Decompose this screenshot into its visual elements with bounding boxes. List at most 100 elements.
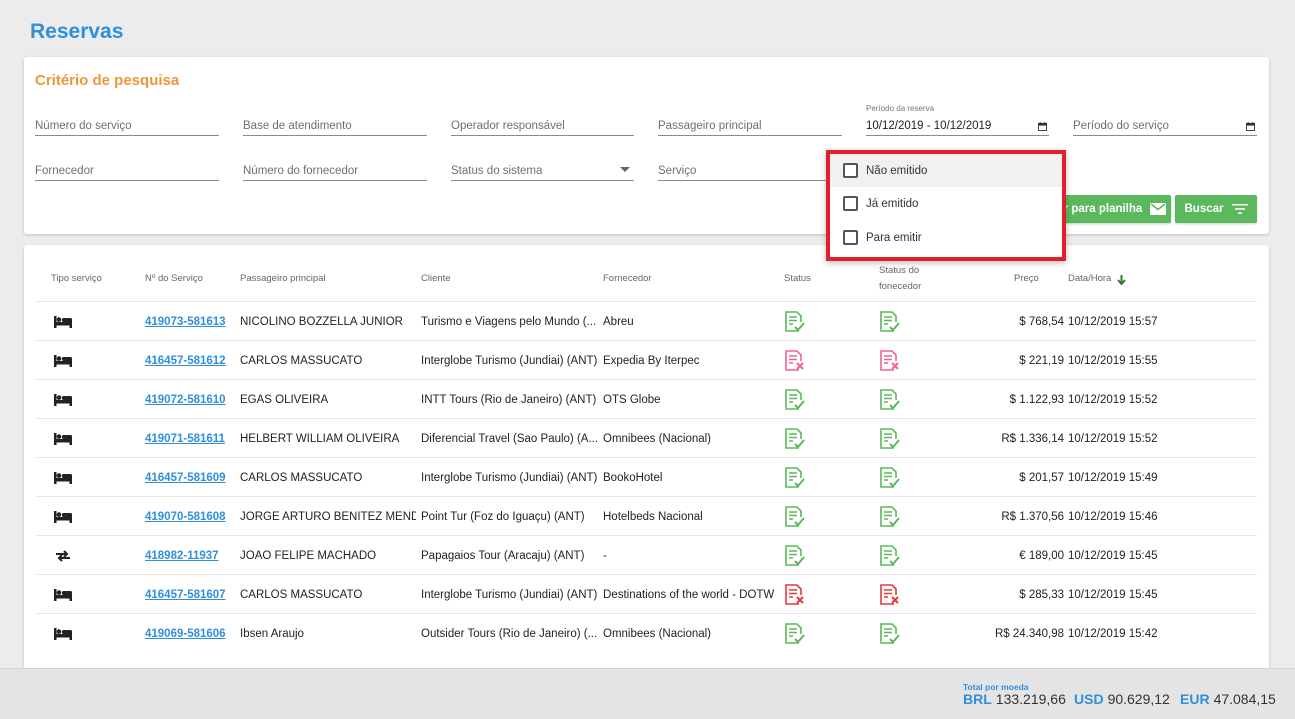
table-row[interactable]: 419071-581611 HELBERT WILLIAM OLIVEIRA Dif… [36,418,1257,457]
sort-down-arrow-icon[interactable] [1117,275,1126,285]
datetime-cell: 10/12/2019 15:46 [1068,510,1158,523]
service-select[interactable]: Serviço [658,157,842,181]
document-cancel-icon [879,575,909,614]
client-cell: Diferencial Travel (Sao Paulo) (A... [421,432,599,445]
calendar-icon[interactable] [1038,122,1047,131]
checkbox[interactable] [843,163,858,178]
supplier-number-placeholder: Número do fornecedor [243,165,359,177]
datetime-cell: 10/12/2019 15:45 [1068,588,1158,601]
document-cancel-icon [784,341,814,380]
supplier-cell: Expedia By Iterpec [603,354,700,367]
service-period-placeholder: Período do serviço [1073,120,1169,132]
bed-icon [54,614,84,653]
col-data-hora[interactable]: Data/Hora [1068,271,1111,287]
service-number-link[interactable]: 416457-581607 [145,575,235,614]
col-passageiro[interactable]: Passageiro principal [240,271,326,287]
document-check-icon [879,497,909,536]
service-number-field[interactable]: Número do serviço [35,112,219,136]
document-check-icon [784,536,814,575]
bed-icon [54,302,84,341]
price-cell: R$ 24.340,98 [994,627,1064,640]
option-nao-emitido[interactable]: Não emitido [830,154,1062,187]
checkbox[interactable] [843,230,858,245]
client-cell: Interglobe Turismo (Jundiai) (ANT) [421,588,598,601]
passenger-cell: NICOLINO BOZZELLA JUNIOR [240,315,403,328]
service-period-field[interactable]: Período do serviço [1073,112,1257,136]
document-check-icon [784,497,814,536]
table-row[interactable]: 416457-581609 CARLOS MASSUCATO Interglobe … [36,457,1257,496]
client-cell: Interglobe Turismo (Jundiai) (ANT) [421,471,598,484]
table-row[interactable]: 416457-581612 CARLOS MASSUCATO Interglobe … [36,340,1257,379]
system-status-select[interactable]: Status do sistema [451,157,634,181]
col-preco[interactable]: Preço [1014,271,1039,287]
document-cancel-icon [784,575,814,614]
service-number-link[interactable]: 416457-581609 [145,458,235,497]
document-check-icon [879,380,909,419]
col-cliente[interactable]: Cliente [421,271,451,287]
client-cell: Papagaios Tour (Aracaju) (ANT) [421,549,585,562]
document-check-icon [784,614,814,653]
table-row[interactable]: 416457-581607 CARLOS MASSUCATO Interglobe … [36,574,1257,613]
col-status-fornecedor-line2[interactable]: fonecedor [879,279,921,295]
price-cell: $ 768,54 [1019,315,1064,328]
supplier-cell: - [603,549,607,562]
table-row[interactable]: 419070-581608 JORGE ARTURO BENITEZ MENDI.… [36,496,1257,535]
passenger-field[interactable]: Passageiro principal [658,112,842,136]
datetime-cell: 10/12/2019 15:55 [1068,354,1158,367]
document-check-icon [784,302,814,341]
datetime-cell: 10/12/2019 15:52 [1068,432,1158,445]
booking-period-field[interactable]: Período da reserva 10/12/2019 - 10/12/20… [866,104,1049,136]
service-number-placeholder: Número do serviço [35,120,132,132]
passenger-cell: JOAO FELIPE MACHADO [240,549,377,562]
table-row[interactable]: 419073-581613 NICOLINO BOZZELLA JUNIOR Tur… [36,301,1257,340]
price-cell: R$ 1.370,56 [1001,510,1064,523]
search-button[interactable]: Buscar [1175,195,1257,223]
option-para-emitir[interactable]: Para emitir [830,221,1062,254]
service-number-link[interactable]: 419072-581610 [145,380,235,419]
client-cell: INTT Tours (Rio de Janeiro) (ANT) [421,393,597,406]
calendar-icon[interactable] [1246,122,1255,131]
col-status[interactable]: Status [784,271,811,287]
service-number-link[interactable]: 418982-11937 [145,536,235,575]
bed-icon [54,341,84,380]
bed-icon [54,575,84,614]
supplier-field[interactable]: Fornecedor [35,157,219,181]
service-placeholder: Serviço [658,165,697,177]
client-cell: Interglobe Turismo (Jundiai) (ANT) [421,354,598,367]
supplier-number-field[interactable]: Número do fornecedor [243,157,427,181]
supplier-placeholder: Fornecedor [35,165,94,177]
service-number-link[interactable]: 419070-581608 [145,497,235,536]
datetime-cell: 10/12/2019 15:52 [1068,393,1158,406]
document-check-icon [879,458,909,497]
table-row[interactable]: 419072-581610 EGAS OLIVEIRA INTT Tours (Ri… [36,379,1257,418]
option-ja-emitido[interactable]: Já emitido [830,187,1062,220]
option-label: Para emitir [866,231,922,244]
supplier-cell: Destinations of the world - DOTW [603,588,775,601]
service-number-link[interactable]: 419073-581613 [145,302,235,341]
export-spreadsheet-button[interactable]: r para planilha [1059,195,1171,223]
passenger-cell: JORGE ARTURO BENITEZ MENDI... [240,510,416,523]
transfer-icon [54,536,84,575]
col-numero-servico[interactable]: Nº do Serviço [145,271,203,287]
table-row[interactable]: 419069-581606 Ibsen Araujo Outsider Tours … [36,613,1257,652]
col-status-fornecedor-line1[interactable]: Status do [879,263,919,279]
datetime-cell: 10/12/2019 15:42 [1068,627,1158,640]
service-number-link[interactable]: 416457-581612 [145,341,235,380]
base-field[interactable]: Base de atendimento [243,112,427,136]
operator-field[interactable]: Operador responsável [451,112,634,136]
document-check-icon [879,419,909,458]
service-number-link[interactable]: 419069-581606 [145,614,235,653]
totals-footer: Total por moeda BRL 133.219,66 USD 90.629,… [0,668,1295,719]
page-title: Reservas [30,20,124,43]
passenger-cell: HELBERT WILLIAM OLIVEIRA [240,432,400,445]
option-label: Já emitido [866,197,919,210]
supplier-cell: OTS Globe [603,393,661,406]
col-fornecedor[interactable]: Fornecedor [603,271,652,287]
table-row[interactable]: 418982-11937 JOAO FELIPE MACHADO Papagaios… [36,535,1257,574]
service-number-link[interactable]: 419071-581611 [145,419,235,458]
col-tipo-servico[interactable]: Tipo serviço [51,271,102,287]
currency-value: 47.084,15 [1213,691,1276,707]
client-cell: Outsider Tours (Rio de Janeiro) (... [421,627,598,640]
checkbox[interactable] [843,196,858,211]
total-brl: BRL 133.219,66 [963,691,1066,707]
